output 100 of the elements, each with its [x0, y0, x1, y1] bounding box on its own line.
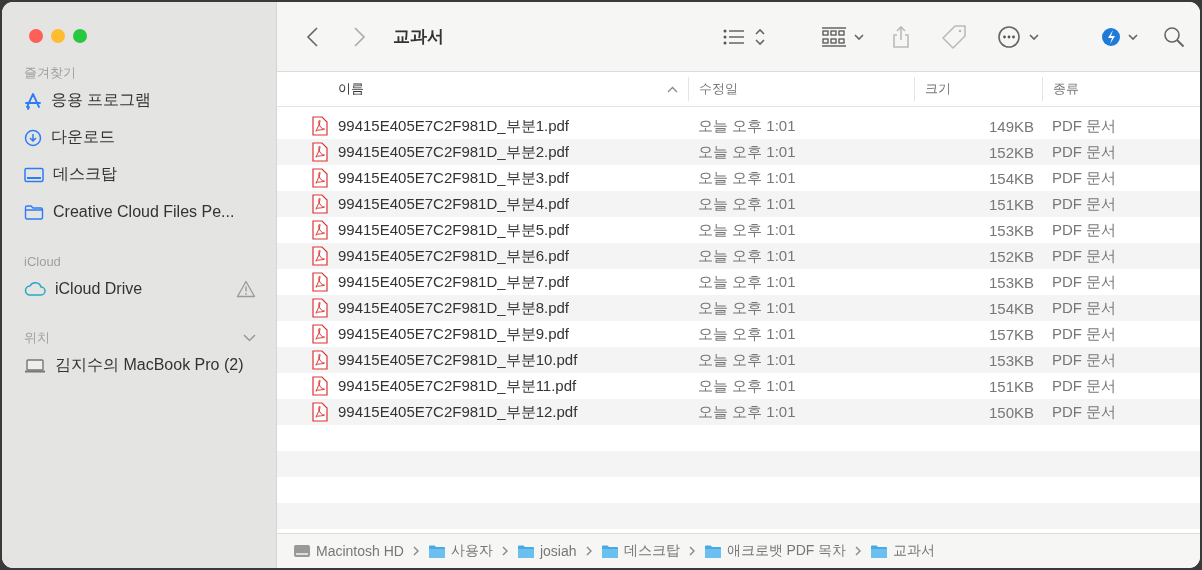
file-size: 153KB — [987, 273, 1035, 291]
path-item[interactable]: josiah — [539, 543, 577, 559]
file-kind: PDF 문서 — [1051, 194, 1118, 214]
column-header[interactable]: 이름 — [338, 80, 364, 98]
file-kind: PDF 문서 — [1051, 402, 1118, 422]
column-header[interactable]: 종류 — [1053, 80, 1079, 98]
chevron-icon — [688, 546, 695, 556]
file-name[interactable]: 99415E405E7C2F981D_부분8.pdf — [338, 298, 569, 318]
modified-date: 오늘 오후 1:01 — [697, 272, 797, 292]
modified-date: 오늘 오후 1:01 — [697, 116, 797, 136]
file-name[interactable]: 99415E405E7C2F981D_부분6.pdf — [338, 246, 569, 266]
folder-icon — [427, 543, 446, 559]
file-kind: PDF 문서 — [1051, 246, 1118, 266]
pdf-file-icon — [312, 272, 328, 292]
pdf-file-icon — [312, 116, 328, 136]
column-header[interactable]: 크기 — [925, 80, 951, 98]
file-kind: PDF 문서 — [1051, 168, 1118, 188]
file-kind: PDF 문서 — [1051, 220, 1118, 240]
folder-icon — [24, 203, 44, 220]
sidebar-heading: 즐겨찾기 — [24, 64, 76, 82]
folder-icon — [600, 543, 619, 559]
folder-icon — [870, 543, 889, 559]
file-size: 153KB — [987, 351, 1035, 369]
close-button[interactable] — [29, 29, 43, 43]
modified-date: 오늘 오후 1:01 — [697, 220, 797, 240]
file-kind: PDF 문서 — [1051, 350, 1118, 370]
pdf-file-icon — [312, 194, 328, 214]
file-kind: PDF 문서 — [1051, 298, 1118, 318]
modified-date: 오늘 오후 1:01 — [697, 194, 797, 214]
file-size: 151KB — [987, 377, 1035, 395]
file-name[interactable]: 99415E405E7C2F981D_부분7.pdf — [338, 272, 569, 292]
file-kind: PDF 문서 — [1051, 324, 1118, 344]
file-name[interactable]: 99415E405E7C2F981D_부분10.pdf — [338, 350, 578, 370]
chevron-icon — [501, 546, 508, 556]
zoom-button[interactable] — [73, 29, 87, 43]
pdf-file-icon — [312, 246, 328, 266]
file-size: 152KB — [987, 247, 1035, 265]
chevron-icon[interactable] — [243, 334, 256, 342]
file-name[interactable]: 99415E405E7C2F981D_부분2.pdf — [338, 142, 569, 162]
pdf-file-icon — [312, 376, 328, 396]
path-item[interactable]: 애크로뱃 PDF 목차 — [726, 542, 847, 560]
file-size: 150KB — [987, 403, 1035, 421]
desktop-icon — [24, 166, 44, 183]
file-size: 152KB — [987, 143, 1035, 161]
folder-icon — [703, 543, 722, 559]
file-name[interactable]: 99415E405E7C2F981D_부분11.pdf — [338, 376, 577, 396]
path-item[interactable]: 데스크탑 — [623, 542, 680, 560]
modified-date: 오늘 오후 1:01 — [697, 350, 797, 370]
chevron-icon — [855, 546, 862, 556]
path-item[interactable]: Macintosh HD — [316, 543, 404, 559]
modified-date: 오늘 오후 1:01 — [697, 324, 797, 344]
sidebar-item[interactable]: iCloud Drive — [55, 279, 227, 298]
chevron-icon — [412, 546, 419, 556]
sidebar-heading: 위치 — [24, 329, 50, 347]
file-name[interactable]: 99415E405E7C2F981D_부분4.pdf — [338, 194, 569, 214]
more-icon[interactable] — [997, 24, 1041, 49]
sidebar-item[interactable]: 데스크탑 — [53, 164, 256, 185]
modified-date: 오늘 오후 1:01 — [697, 246, 797, 266]
pdf-file-icon — [312, 350, 328, 370]
path-item[interactable]: 사용자 — [450, 542, 493, 560]
window-title: 교과서 — [393, 26, 444, 48]
search-icon[interactable] — [1163, 25, 1185, 48]
file-size: 154KB — [987, 299, 1035, 317]
pdf-file-icon — [312, 220, 328, 240]
forward-button[interactable] — [351, 25, 367, 48]
modified-date: 오늘 오후 1:01 — [697, 142, 797, 162]
tag-icon[interactable] — [941, 23, 967, 50]
file-name[interactable]: 99415E405E7C2F981D_부분5.pdf — [338, 220, 569, 240]
column-header[interactable]: 수정일 — [699, 80, 738, 98]
file-size: 151KB — [987, 195, 1035, 213]
file-name[interactable]: 99415E405E7C2F981D_부분9.pdf — [338, 324, 569, 344]
file-kind: PDF 문서 — [1051, 376, 1118, 396]
folder-icon — [516, 543, 535, 559]
sidebar-heading: iCloud — [24, 253, 61, 269]
file-name[interactable]: 99415E405E7C2F981D_부분1.pdf — [338, 116, 569, 136]
back-button[interactable] — [305, 25, 321, 48]
file-size: 149KB — [987, 117, 1035, 135]
file-kind: PDF 문서 — [1051, 116, 1118, 136]
file-kind: PDF 문서 — [1051, 272, 1118, 292]
path-item[interactable]: 교과서 — [893, 542, 936, 560]
sidebar-item[interactable]: 다운로드 — [51, 127, 256, 148]
file-kind: PDF 문서 — [1051, 142, 1118, 162]
cloud-icon — [24, 280, 46, 297]
file-size: 157KB — [987, 325, 1035, 343]
sidebar-item[interactable]: 응용 프로그램 — [51, 90, 256, 111]
pdf-file-icon — [312, 298, 328, 318]
laptop-icon — [24, 357, 46, 374]
sidebar-item[interactable]: Creative Cloud Files Pe... — [53, 202, 256, 221]
pdf-file-icon — [312, 142, 328, 162]
download-icon — [24, 128, 42, 147]
modified-date: 오늘 오후 1:01 — [697, 298, 797, 318]
pdf-file-icon — [312, 324, 328, 344]
file-name[interactable]: 99415E405E7C2F981D_부분12.pdf — [338, 402, 578, 422]
sidebar-item[interactable]: 김지수의 MacBook Pro (2) — [55, 355, 256, 376]
file-size: 153KB — [987, 221, 1035, 239]
pdf-file-icon — [312, 402, 328, 422]
modified-date: 오늘 오후 1:01 — [697, 402, 797, 422]
modified-date: 오늘 오후 1:01 — [697, 376, 797, 396]
file-name[interactable]: 99415E405E7C2F981D_부분3.pdf — [338, 168, 569, 188]
group-icon[interactable] — [821, 25, 867, 48]
